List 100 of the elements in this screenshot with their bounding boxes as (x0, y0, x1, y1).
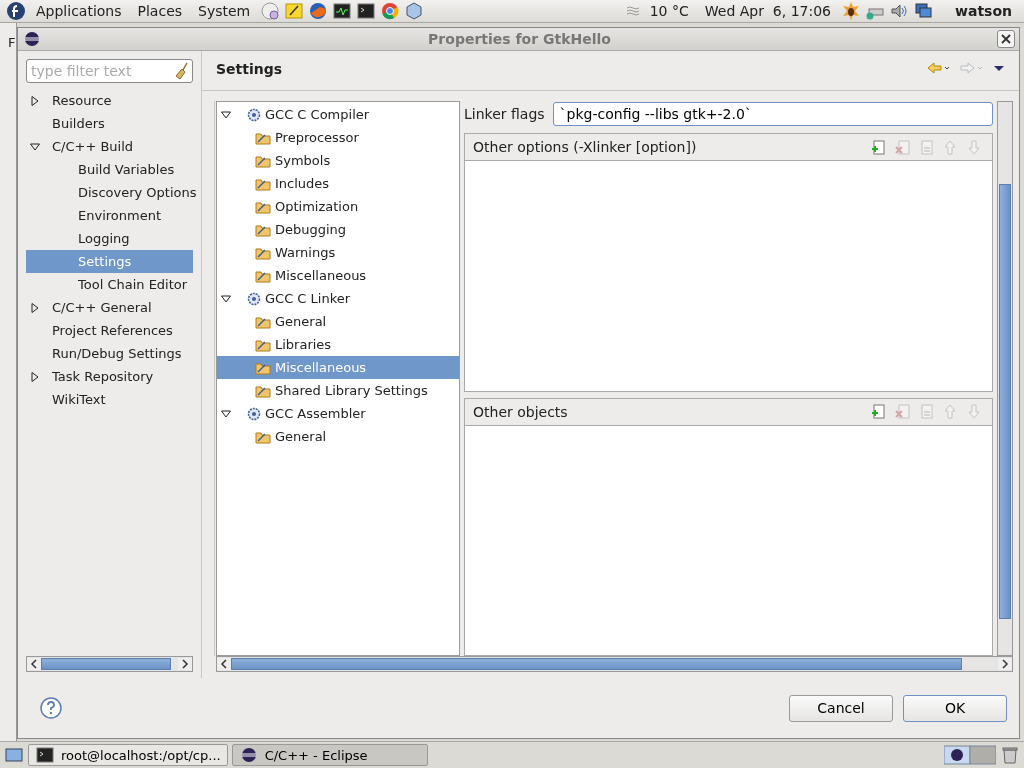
clock[interactable]: Wed Apr 6, 17:06 (698, 3, 837, 19)
tool-item[interactable]: GCC C Compiler (217, 103, 459, 126)
options-folder-icon (255, 360, 271, 375)
scroll-right-icon[interactable] (1001, 659, 1009, 669)
expanded-triangle-icon[interactable] (221, 292, 231, 305)
help-icon[interactable] (40, 697, 62, 719)
down-icon (966, 403, 982, 420)
eclipse-icon[interactable] (22, 29, 42, 49)
show-desktop-icon[interactable] (4, 745, 24, 765)
tool-option-item[interactable]: Libraries (217, 333, 459, 356)
monitor-icon[interactable] (332, 1, 353, 21)
notes-icon[interactable] (284, 1, 305, 21)
edit-icon (918, 403, 934, 420)
list-title: Other objects (473, 403, 569, 420)
tool-option-item[interactable]: Debugging (217, 218, 459, 241)
tool-item[interactable]: GCC Assembler (217, 402, 459, 425)
nav-item[interactable]: Run/Debug Settings (26, 342, 193, 365)
edit-icon (918, 138, 934, 156)
panel-menu[interactable]: Applications (30, 3, 128, 19)
nav-item[interactable]: Tool Chain Editor (26, 273, 193, 296)
fedora-logo-icon[interactable] (6, 1, 26, 21)
expanded-triangle-icon[interactable] (221, 407, 231, 420)
horizontal-scrollbar[interactable] (216, 656, 1013, 672)
nav-item[interactable]: WikiText (26, 388, 193, 411)
nav-item[interactable]: Task Repository (26, 365, 193, 388)
scroll-right-icon[interactable] (181, 659, 189, 669)
options-folder-icon (255, 176, 271, 191)
weather-fog-icon (625, 5, 640, 17)
add-icon (870, 138, 886, 156)
terminal-icon[interactable] (35, 745, 55, 765)
broom-icon[interactable] (175, 62, 189, 80)
display-icon[interactable] (913, 1, 933, 21)
user-name[interactable]: watson (937, 3, 1018, 19)
nav-item[interactable]: Build Variables (26, 158, 193, 181)
page-title: Settings (216, 61, 284, 77)
menu-fragment: F (7, 35, 16, 50)
workspace-switcher-icon[interactable] (944, 745, 996, 765)
options-folder-icon (255, 337, 271, 352)
up-icon (942, 138, 958, 156)
options-folder-icon (255, 314, 271, 329)
tool-option-item[interactable]: General (217, 425, 459, 448)
panel-menu[interactable]: Places (131, 3, 189, 19)
nav-item[interactable]: Resource (26, 89, 193, 112)
tool-option-item[interactable]: Miscellaneous (217, 264, 459, 287)
options-folder-icon (255, 245, 271, 260)
nav-item[interactable]: Project References (26, 319, 193, 342)
nav-item[interactable]: Builders (26, 112, 193, 135)
nav-item[interactable]: Logging (26, 227, 193, 250)
tool-gear-icon (247, 291, 261, 306)
up-icon (942, 403, 958, 420)
weather-temperature[interactable]: 10 °C (643, 3, 695, 19)
tool-option-item[interactable]: Shared Library Settings (217, 379, 459, 402)
window-title: Properties for GtkHello (427, 31, 612, 47)
delete-icon (894, 138, 910, 156)
scroll-left-icon[interactable] (30, 659, 38, 669)
down-icon (966, 138, 982, 156)
tool-option-item[interactable]: Optimization (217, 195, 459, 218)
list-title: Other options (-Xlinker [option]) (473, 139, 698, 155)
linker-flags-label: Linker flags (464, 106, 545, 122)
nav-item[interactable]: Environment (26, 204, 193, 227)
tool-item[interactable]: GCC C Linker (217, 287, 459, 310)
delete-icon (894, 403, 910, 420)
collapsed-triangle-icon[interactable] (30, 370, 40, 383)
options-folder-icon (255, 268, 271, 283)
tool-option-item[interactable]: Symbols (217, 149, 459, 172)
expanded-triangle-icon[interactable] (221, 108, 231, 121)
dialog-button[interactable]: Cancel (789, 694, 893, 722)
dialog-button[interactable]: OK (903, 694, 1007, 722)
add-icon (870, 403, 886, 420)
tool-option-item[interactable]: General (217, 310, 459, 333)
options-folder-icon (255, 383, 271, 398)
options-folder-icon (255, 199, 271, 214)
close-button[interactable] (997, 30, 1015, 48)
panel-menu[interactable]: System (192, 3, 257, 19)
expanded-triangle-icon[interactable] (30, 140, 40, 153)
nav-item[interactable]: C/C++ General (26, 296, 193, 319)
options-folder-icon (255, 222, 271, 237)
collapsed-triangle-icon[interactable] (30, 301, 40, 314)
collapsed-triangle-icon[interactable] (30, 94, 40, 107)
vertical-scrollbar[interactable] (997, 101, 1013, 656)
terminal-icon[interactable] (356, 1, 377, 21)
filter-field[interactable]: type filter text (26, 59, 193, 83)
trash-icon[interactable] (1000, 745, 1020, 765)
linker-flags-field[interactable]: `pkg-config --libs gtk+-2.0` (552, 102, 993, 126)
scroll-left-icon[interactable] (220, 659, 228, 669)
tool-option-item[interactable]: Includes (217, 172, 459, 195)
tool-option-item[interactable]: Preprocessor (217, 126, 459, 149)
back-arrow-icon[interactable] (927, 61, 951, 75)
taskbar-button[interactable]: root@localhost:/opt/cp... (28, 744, 228, 766)
options-folder-icon (255, 130, 271, 145)
taskbar-button[interactable]: C/C++ - Eclipse (231, 744, 428, 766)
options-folder-icon (255, 153, 271, 168)
tool-gear-icon (247, 406, 261, 421)
options-folder-icon (255, 429, 271, 444)
close-icon (1001, 34, 1011, 44)
tool-gear-icon (247, 107, 261, 122)
horizontal-scrollbar[interactable] (26, 656, 193, 672)
nav-item[interactable]: C/C++ Build (26, 135, 193, 158)
box-icon[interactable] (404, 1, 425, 21)
tool-option-item[interactable]: Warnings (217, 241, 459, 264)
